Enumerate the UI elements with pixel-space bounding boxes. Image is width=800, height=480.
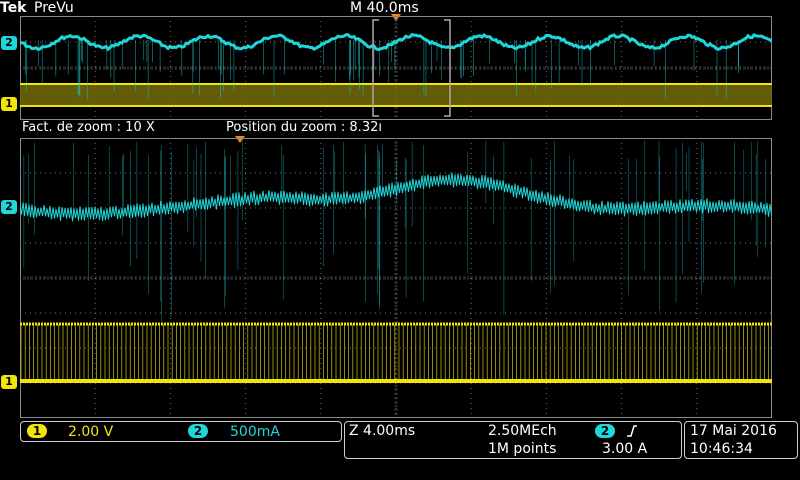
zoom-factor-label: Fact. de zoom : 10 X <box>22 120 155 135</box>
ch1-overview-band <box>20 84 772 106</box>
zoom-timebase-value[interactable]: Z 4.00ms <box>349 423 415 439</box>
zoom-waveform-panel[interactable] <box>20 138 772 418</box>
datetime-panel: 17 Mai 2016 10:46:34 <box>684 421 798 459</box>
sample-rate-value: 2.50MEch <box>488 423 557 439</box>
ch1-scale-badge[interactable]: 1 <box>27 424 47 438</box>
ch1-scale-value[interactable]: 2.00 V <box>68 424 113 440</box>
trigger-level-value[interactable]: 3.00 A <box>602 441 647 457</box>
zoom-position-label: Position du zoom : 8.32ı <box>226 120 382 135</box>
ch2-marker-overview[interactable]: 2 <box>1 36 17 50</box>
ch1-marker-zoom[interactable]: 1 <box>1 375 17 389</box>
record-length-value: 1M points <box>488 441 557 457</box>
rising-edge-icon[interactable] <box>625 424 639 438</box>
overview-waveform-panel[interactable] <box>20 16 772 120</box>
acquisition-panel[interactable]: Z 4.00ms 2.50MEch 1M points 2 3.00 A <box>344 421 682 459</box>
date-value: 17 Mai 2016 <box>690 423 777 439</box>
trigger-source-badge[interactable]: 2 <box>595 424 615 438</box>
brand-label: Tek <box>0 0 27 16</box>
channel-scale-panel[interactable]: 1 2.00 V 2 500mA <box>20 421 342 442</box>
ch2-scale-value[interactable]: 500mA <box>230 424 280 440</box>
ch2-scale-badge[interactable]: 2 <box>188 424 208 438</box>
time-value: 10:46:34 <box>690 441 753 457</box>
ch2-marker-zoom[interactable]: 2 <box>1 200 17 214</box>
acquisition-mode: PreVu <box>34 0 74 16</box>
ch1-marker-overview[interactable]: 1 <box>1 97 17 111</box>
timebase-label: M 40.0ms <box>350 0 419 16</box>
